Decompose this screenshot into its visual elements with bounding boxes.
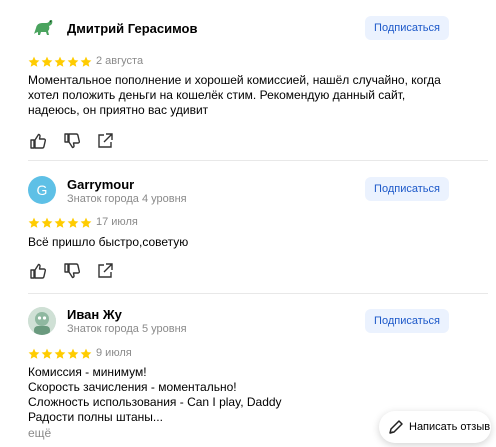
star-icon <box>54 56 66 67</box>
subscribe-button[interactable]: Подписаться <box>365 309 449 333</box>
dislike-icon[interactable] <box>63 132 81 150</box>
star-icon <box>67 217 79 228</box>
star-icon <box>41 56 53 67</box>
author-name[interactable]: Garrymour <box>67 177 134 192</box>
subscribe-button[interactable]: Подписаться <box>365 16 449 40</box>
review-card: G Garrymour Знаток города 4 уровня Подпи… <box>0 160 496 293</box>
reviews-page: Дмитрий Герасимов Подписаться 2 августа … <box>0 0 496 447</box>
photo-avatar[interactable] <box>28 307 56 335</box>
star-icon <box>28 217 40 228</box>
share-icon[interactable] <box>96 132 114 150</box>
author-level: Знаток города 5 уровня <box>67 323 187 335</box>
review-text: Всё пришло быстро,советую <box>28 235 448 250</box>
review-text-line: Всё пришло быстро,советую <box>28 235 189 249</box>
author-name[interactable]: Дмитрий Герасимов <box>67 21 197 36</box>
star-icon <box>80 348 92 359</box>
review-text-line: Скорость зачисления - моментально! <box>28 380 237 394</box>
like-icon[interactable] <box>29 132 47 150</box>
author-level: Знаток города 4 уровня <box>67 193 187 205</box>
subscribe-button[interactable]: Подписаться <box>365 177 449 201</box>
review-text-line: Моментальное пополнение и хорошей комисс… <box>28 73 441 87</box>
star-icon <box>41 217 53 228</box>
review-date: 17 июля <box>96 216 138 228</box>
like-icon[interactable] <box>29 262 47 280</box>
review-text-line: надеюсь, он приятно вас удивит <box>28 103 209 117</box>
dislike-icon[interactable] <box>63 262 81 280</box>
star-icon <box>28 56 40 67</box>
star-icon <box>80 217 92 228</box>
review-card: Дмитрий Герасимов Подписаться 2 августа … <box>0 0 496 160</box>
star-icon <box>54 348 66 359</box>
review-date: 2 августа <box>96 55 144 67</box>
star-icon <box>67 56 79 67</box>
review-text-line: Сложность использования - Can I play, Da… <box>28 395 282 409</box>
rating-stars <box>28 217 92 229</box>
star-icon <box>54 217 66 228</box>
review-date: 9 июля <box>96 347 132 359</box>
pencil-icon <box>389 420 403 434</box>
rating-stars <box>28 348 92 360</box>
star-icon <box>67 348 79 359</box>
dinosaur-avatar[interactable] <box>28 14 56 42</box>
rating-stars <box>28 56 92 68</box>
review-text-line: Комиссия - минимум! <box>28 365 147 379</box>
star-icon <box>28 348 40 359</box>
review-text-line: хотел положить деньги на кошелёк стим. Р… <box>28 88 406 102</box>
letter-avatar[interactable]: G <box>28 176 56 204</box>
review-text: Моментальное пополнение и хорошей комисс… <box>28 73 448 118</box>
write-review-label: Написать отзыв <box>409 421 491 433</box>
author-name[interactable]: Иван Жу <box>67 307 122 322</box>
star-icon <box>41 348 53 359</box>
star-icon <box>80 56 92 67</box>
more-link[interactable]: ещё <box>28 426 51 440</box>
share-icon[interactable] <box>96 262 114 280</box>
write-review-button[interactable]: Написать отзыв <box>379 411 491 443</box>
